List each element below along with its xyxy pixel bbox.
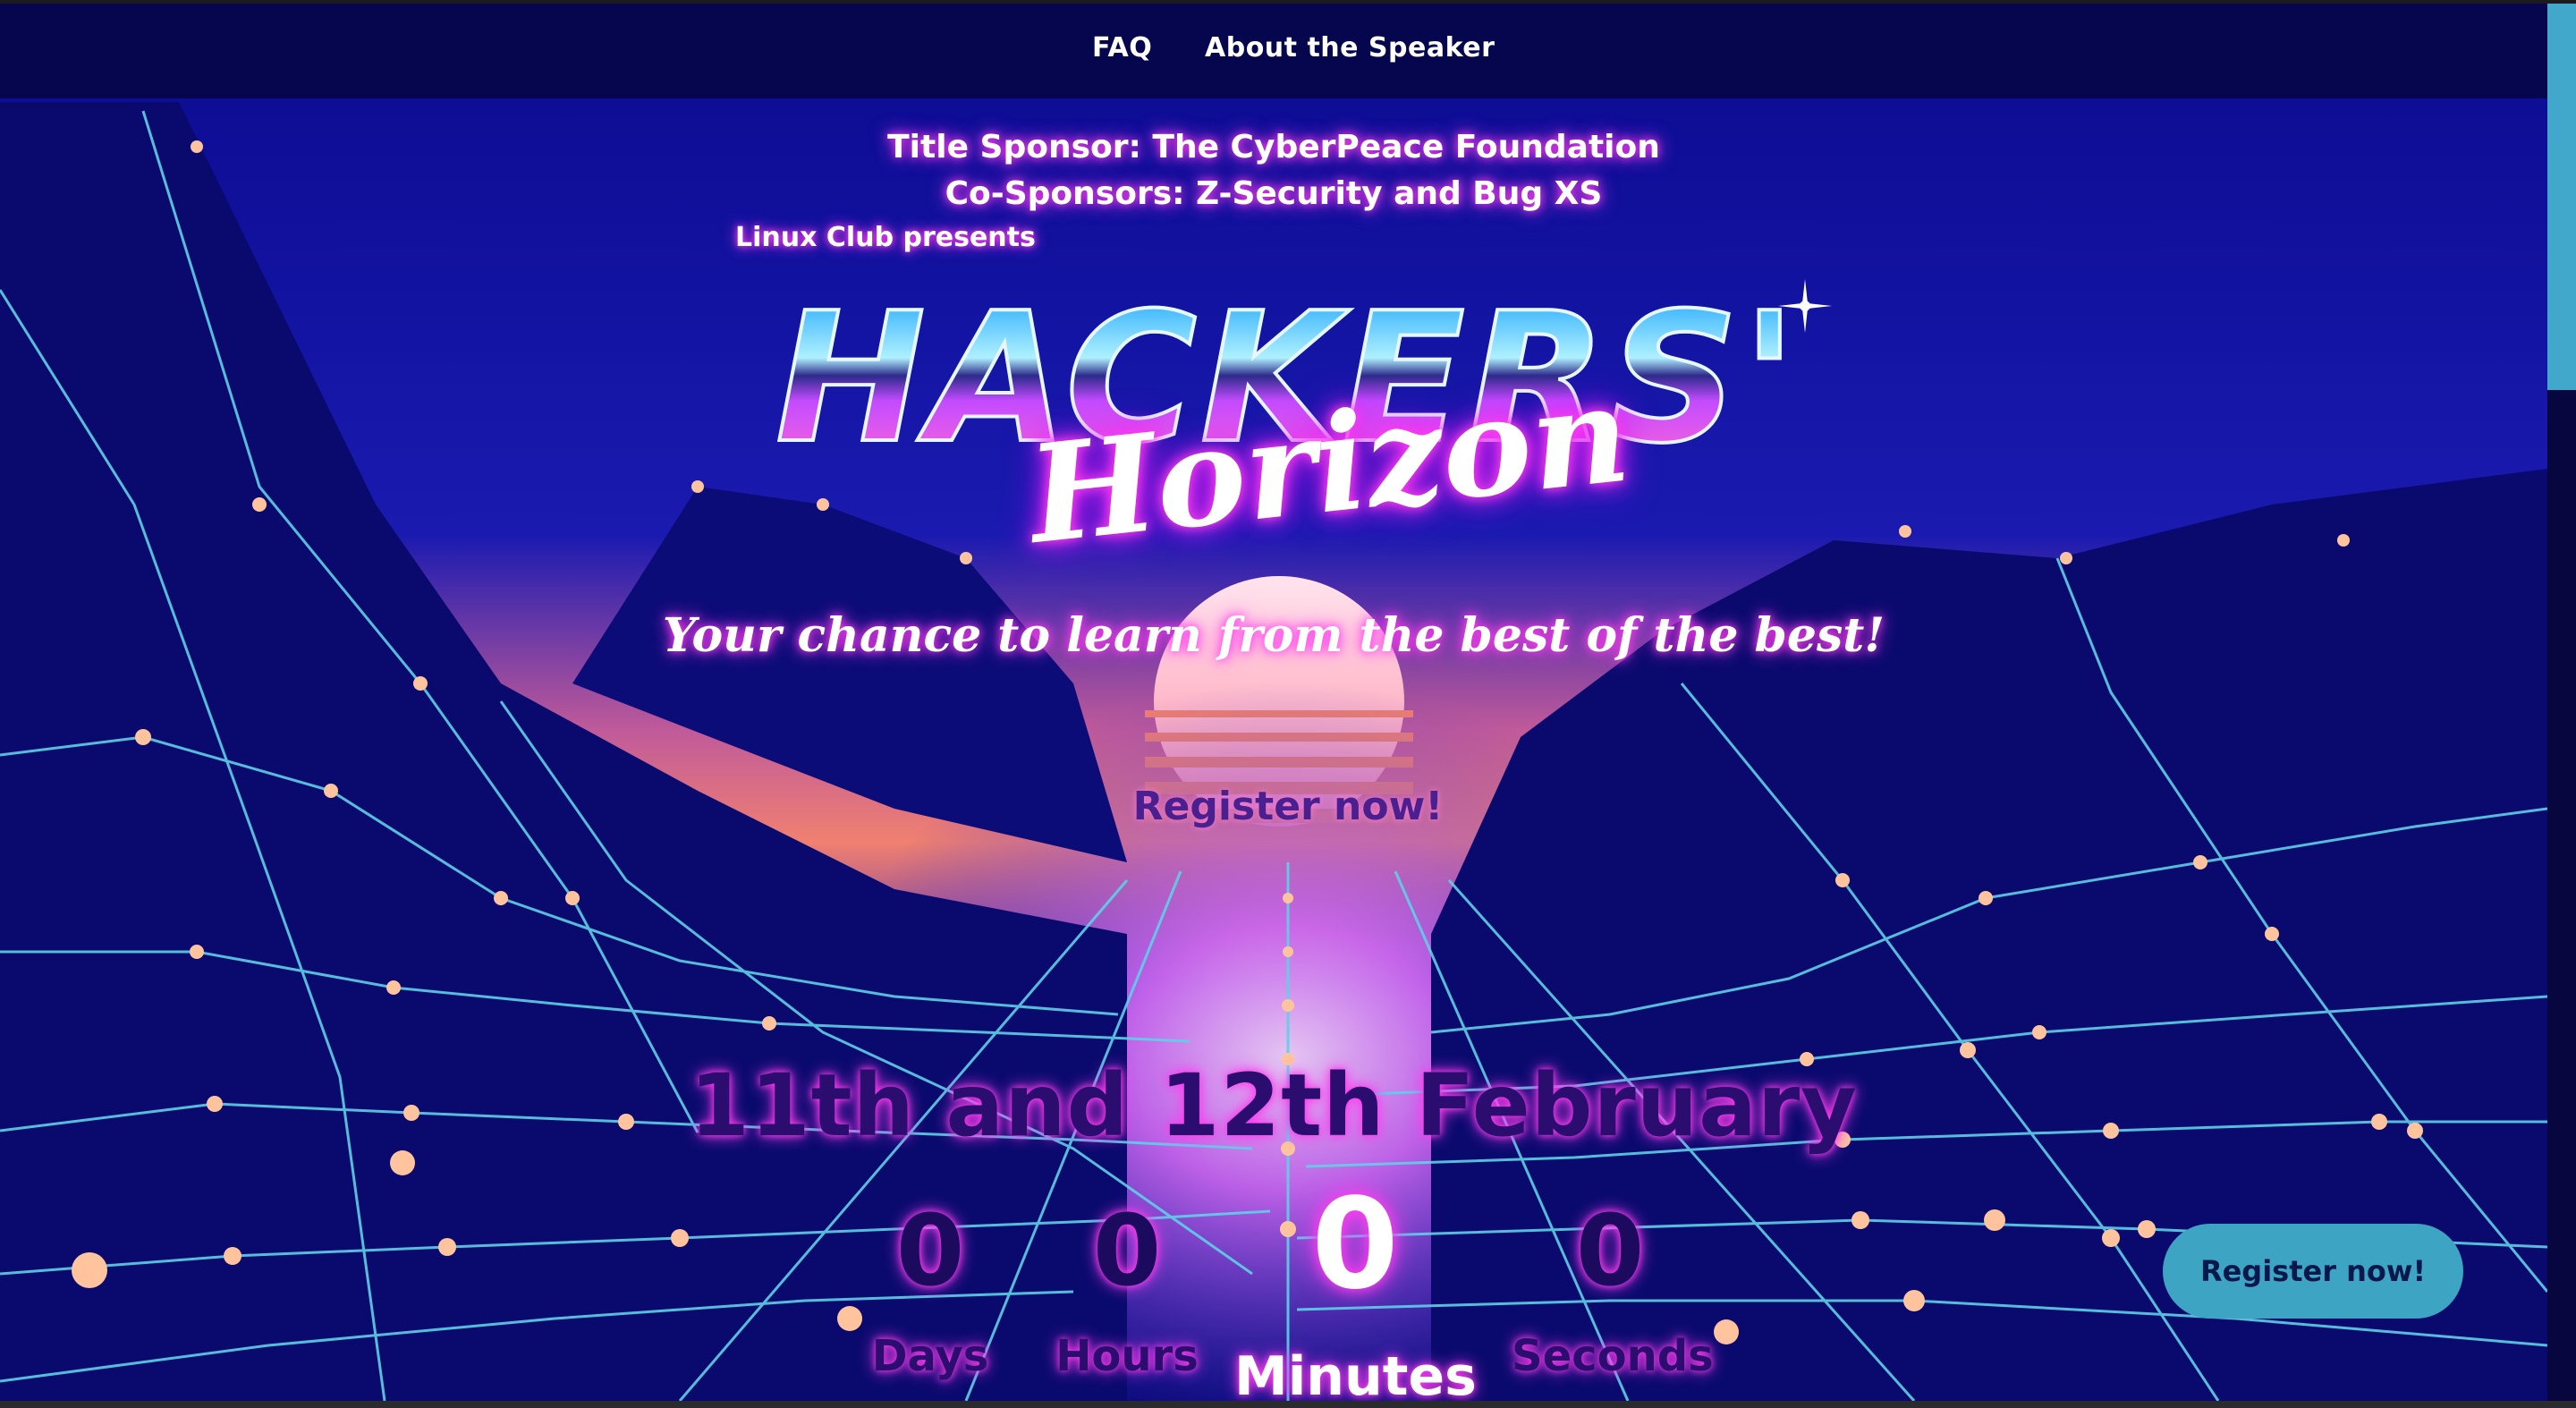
floating-register-button[interactable]: Register now!	[2163, 1224, 2463, 1319]
hackers-horizon-logo: HACKERS' Horizon	[733, 272, 1843, 574]
countdown-hours-value: 0	[1092, 1193, 1162, 1308]
window-bottom-edge	[0, 1401, 2576, 1408]
register-now-link[interactable]: Register now!	[1118, 784, 1458, 829]
event-dates-text: 11th and 12th February	[690, 1056, 1858, 1156]
countdown-minutes-label: Minutes	[1234, 1345, 1477, 1401]
countdown-seconds-value: 0	[1575, 1193, 1645, 1308]
synthwave-landscape-background	[0, 4, 2547, 1401]
countdown-days-value: 0	[895, 1193, 965, 1308]
nav-link-faq[interactable]: FAQ	[1092, 32, 1152, 64]
sparkle-icon	[1778, 279, 1832, 333]
countdown-days-label: Days	[871, 1331, 989, 1381]
vertical-scrollbar-thumb[interactable]	[2547, 4, 2576, 390]
page: FAQ About the Speaker Title Sponsor: The…	[0, 4, 2547, 1401]
nav-link-about-the-speaker[interactable]: About the Speaker	[1205, 32, 1495, 64]
countdown-minutes-value: 0	[1311, 1172, 1399, 1318]
title-sponsor-text: Title Sponsor: The CyberPeace Foundation	[887, 129, 1660, 165]
top-navigation-bar: FAQ About the Speaker	[0, 4, 2547, 98]
presents-text: Linux Club presents	[735, 222, 1036, 253]
countdown-seconds-label: Seconds	[1512, 1331, 1714, 1381]
co-sponsors-text: Co-Sponsors: Z-Security and Bug XS	[945, 175, 1603, 212]
countdown-hours-label: Hours	[1055, 1331, 1199, 1381]
tagline-text: Your chance to learn from the best of th…	[662, 608, 1885, 663]
